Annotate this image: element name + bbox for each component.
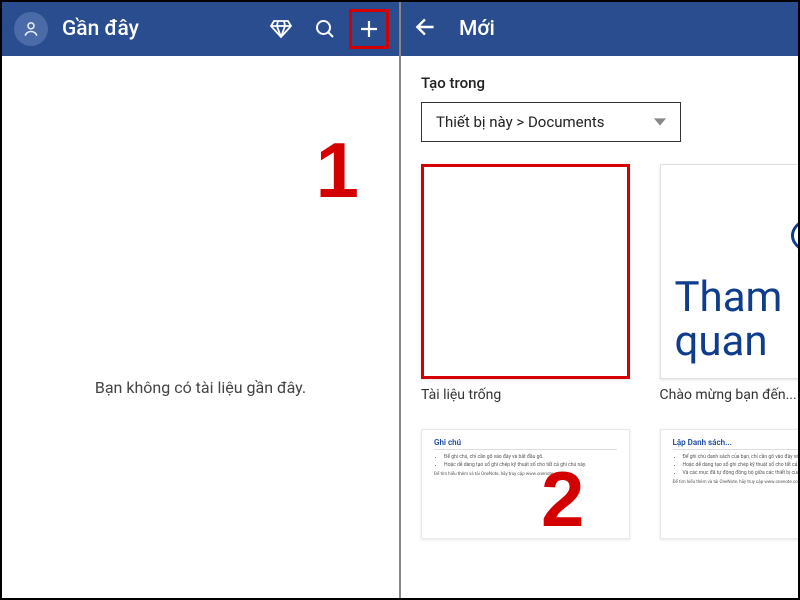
chevron-down-icon	[654, 116, 666, 128]
welcome-arrow-circle	[791, 215, 798, 256]
avatar[interactable]	[14, 12, 48, 46]
empty-message: Bạn không có tài liệu gần đây.	[75, 378, 326, 397]
premium-button[interactable]	[261, 9, 301, 49]
pane-recent: Gần đây Bạn không có tài liệu gần đây. 1	[2, 2, 399, 598]
create-in-label: Tạo trong	[421, 74, 778, 92]
page-title: Gần đây	[62, 17, 261, 41]
search-button[interactable]	[305, 9, 345, 49]
template-welcome[interactable]: Tham quan	[660, 164, 799, 379]
back-button[interactable]	[413, 14, 439, 44]
notes-header: Ghi chú	[434, 438, 617, 450]
annotation-1: 1	[316, 131, 359, 209]
plus-icon	[357, 17, 381, 41]
location-selector[interactable]: Thiết bị này > Documents	[421, 102, 681, 142]
header-recent: Gần đây	[2, 2, 399, 56]
template-welcome-col: Tham quan Chào mừng bạn đến...	[660, 164, 799, 403]
template-blank[interactable]	[421, 164, 630, 379]
header-actions	[261, 9, 389, 49]
template-notes[interactable]: Ghi chú Để ghi chú, chỉ cần gõ vào đây v…	[421, 429, 630, 539]
diamond-icon	[269, 17, 293, 41]
template-row-2: Ghi chú Để ghi chú, chỉ cần gõ vào đây v…	[421, 429, 778, 539]
welcome-title: Tham quan	[675, 276, 799, 364]
header-new: Mới	[401, 2, 798, 56]
recent-body: Bạn không có tài liệu gần đây. 1	[2, 56, 399, 598]
list-header: Lập Danh sách...	[673, 438, 799, 450]
template-blank-label: Tài liệu trống	[421, 387, 630, 403]
template-list[interactable]: Lập Danh sách... Để ghi chú danh sách củ…	[660, 429, 799, 539]
template-welcome-label: Chào mừng bạn đến...	[660, 387, 799, 403]
new-body: Tạo trong Thiết bị này > Documents Tài l…	[401, 56, 798, 598]
search-icon	[313, 17, 337, 41]
person-icon	[21, 19, 41, 39]
annotation-2: 2	[541, 460, 584, 538]
arrow-left-icon	[413, 14, 439, 40]
new-button[interactable]	[349, 9, 389, 49]
list-bullets: Để ghi chú danh sách của bạn, chỉ cần gõ…	[683, 454, 799, 477]
template-blank-col: Tài liệu trống	[421, 164, 630, 403]
template-row-1: Tài liệu trống Tham quan Chào mừng bạn đ…	[421, 164, 778, 403]
page-title-new: Mới	[459, 17, 788, 41]
pane-new: Mới Tạo trong Thiết bị này > Documents T…	[401, 2, 798, 598]
location-value: Thiết bị này > Documents	[436, 113, 605, 131]
notes-bullets: Để ghi chú, chỉ cần gõ vào đây và bắt đầ…	[444, 454, 617, 469]
